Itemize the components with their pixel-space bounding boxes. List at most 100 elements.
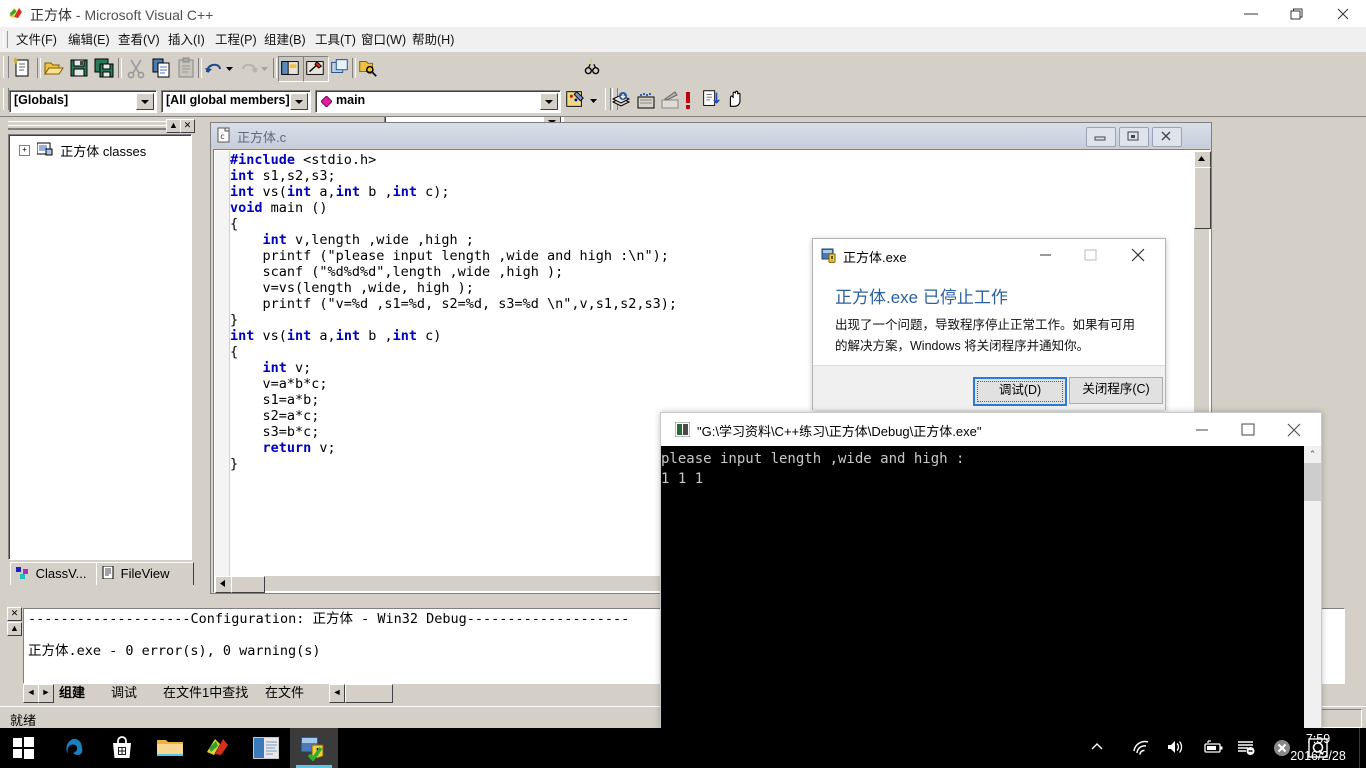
output-window-icon[interactable] — [303, 56, 329, 82]
execute-program-icon[interactable] — [682, 88, 694, 112]
crash-maximize-button[interactable] — [1068, 239, 1113, 270]
globals-combo-arrow[interactable] — [136, 93, 154, 110]
tab-classview[interactable]: ClassV... — [10, 562, 106, 585]
main-title-bar: 正方体 - Microsoft Visual C++ — [0, 0, 1366, 28]
editor-minimize-button[interactable] — [1086, 127, 1116, 147]
classview-tree[interactable]: + 正方体 classes — [8, 134, 192, 560]
window-minimize-button[interactable] — [1228, 0, 1274, 27]
output-tab-debug[interactable]: 调试 — [111, 684, 137, 701]
insert-breakpoint-icon[interactable] — [724, 88, 748, 112]
classview-minimize-button[interactable]: ▲ — [166, 119, 181, 133]
console-maximize-button[interactable] — [1225, 413, 1271, 446]
menu-window[interactable]: 窗口(W) — [355, 31, 412, 49]
svg-text:c: c — [220, 132, 225, 141]
crash-close-button[interactable] — [1116, 239, 1161, 270]
symbol-combo-arrow[interactable] — [540, 93, 558, 110]
classwizard-icon[interactable] — [564, 88, 588, 112]
editor-gutter[interactable] — [215, 151, 230, 591]
taskbar-edge[interactable] — [50, 728, 98, 768]
show-hidden-icons-icon[interactable] — [1088, 738, 1108, 758]
output-close-button[interactable]: ✕ — [7, 607, 22, 621]
console-minimize-button[interactable] — [1179, 413, 1225, 446]
menu-build[interactable]: 组建(B) — [258, 31, 312, 49]
members-combo-arrow[interactable] — [290, 93, 308, 110]
compile-icon[interactable] — [610, 88, 634, 112]
action-center-icon[interactable] — [1236, 738, 1256, 758]
editor-close-button[interactable] — [1152, 127, 1182, 147]
classview-root-node[interactable]: + 正方体 classes — [19, 141, 146, 159]
menu-view[interactable]: 查看(V) — [112, 31, 166, 49]
console-scroll-thumb[interactable] — [1304, 463, 1321, 501]
start-button[interactable] — [0, 728, 48, 768]
code-line-2: int s1,s2,s3; — [230, 168, 336, 184]
paste-icon[interactable] — [174, 56, 198, 80]
stop-build-icon[interactable] — [658, 88, 682, 112]
new-text-file-icon[interactable] — [10, 56, 34, 80]
symbol-combo[interactable]: main — [315, 90, 561, 113]
members-combo[interactable]: [All global members] — [161, 90, 311, 113]
save-all-icon[interactable] — [92, 56, 116, 80]
editor-scroll-left-button[interactable] — [215, 576, 232, 593]
output-tab-find1[interactable]: 在文件1中查找 — [163, 684, 248, 701]
menu-edit[interactable]: 编辑(E) — [62, 31, 116, 49]
toolbar-grip-1[interactable] — [3, 56, 9, 78]
classwizard-dropdown-icon[interactable] — [587, 88, 600, 112]
copy-icon[interactable] — [149, 56, 173, 80]
output-hscroll-thumb[interactable] — [345, 684, 393, 703]
console-vertical-scrollbar[interactable]: ⌃ — [1304, 446, 1321, 729]
window-list-icon[interactable] — [328, 56, 352, 80]
editor-hscroll-thumb[interactable] — [231, 576, 265, 593]
classview-grip-bar[interactable]: ▲ ✕ — [6, 118, 195, 133]
console-client-area[interactable]: please input length ,wide and high : 1 1… — [661, 446, 1321, 729]
taskbar-store[interactable] — [98, 728, 146, 768]
globals-combo[interactable]: [Globals] — [9, 90, 157, 113]
build-icon[interactable] — [634, 88, 658, 112]
output-tab-find2[interactable]: 在文件 — [265, 684, 304, 701]
classview-root-label: 正方体 classes — [60, 144, 147, 159]
editor-scroll-thumb[interactable] — [1194, 167, 1211, 229]
open-folder-icon[interactable] — [42, 56, 66, 80]
cut-icon[interactable] — [124, 56, 148, 80]
debug-button[interactable]: 调试(D) — [973, 377, 1067, 406]
editor-restore-button[interactable] — [1119, 127, 1149, 147]
taskbar-explorer[interactable] — [146, 728, 194, 768]
crash-minimize-button[interactable] — [1023, 239, 1068, 270]
workspace-icon[interactable] — [278, 56, 304, 82]
page-title: 正方体 - Microsoft Visual C++ — [30, 5, 213, 25]
battery-icon[interactable] — [1202, 738, 1223, 758]
window-close-button[interactable] — [1320, 0, 1366, 27]
binoculars-icon[interactable]: ? — [581, 56, 605, 80]
output-scroll-right-button[interactable]: ◄ — [329, 684, 345, 703]
taskbar-crash-app[interactable] — [290, 728, 338, 768]
window-restore-button[interactable] — [1274, 0, 1320, 27]
output-scroll-up-button[interactable]: ▲ — [7, 622, 22, 636]
taskbar-visual-cpp[interactable] — [194, 728, 242, 768]
console-close-button[interactable] — [1271, 413, 1317, 446]
volume-icon[interactable] — [1166, 738, 1186, 758]
tree-expander-icon[interactable]: + — [19, 145, 30, 156]
go-icon[interactable] — [700, 88, 724, 112]
taskbar-console[interactable] — [242, 728, 290, 768]
clock[interactable]: 7:59 2016/2/28 — [1276, 731, 1360, 765]
output-tab-next-button[interactable]: ► — [38, 684, 54, 703]
redo-dropdown-icon[interactable] — [258, 56, 271, 80]
menu-help[interactable]: 帮助(H) — [406, 31, 460, 49]
redo-icon[interactable] — [238, 56, 258, 80]
editor-scroll-up-button[interactable] — [1194, 151, 1211, 168]
output-tab-build[interactable]: 组建 — [59, 684, 85, 701]
tab-fileview[interactable]: FileView — [96, 562, 194, 585]
show-desktop-button[interactable] — [1359, 728, 1366, 768]
undo-icon[interactable] — [203, 56, 223, 80]
save-icon[interactable] — [67, 56, 91, 80]
menu-insert[interactable]: 插入(I) — [162, 31, 211, 49]
close-program-button[interactable]: 关闭程序(C) — [1069, 377, 1163, 404]
menu-project[interactable]: 工程(P) — [209, 31, 263, 49]
find-in-files-icon[interactable] — [357, 56, 381, 80]
output-tab-prev-button[interactable]: ◄ — [23, 684, 39, 703]
undo-dropdown-icon[interactable] — [223, 56, 236, 80]
classview-close-button[interactable]: ✕ — [180, 119, 195, 133]
menubar-grip[interactable] — [3, 31, 8, 48]
console-scroll-up-button[interactable]: ⌃ — [1304, 446, 1321, 463]
wifi-icon[interactable] — [1131, 738, 1151, 758]
menu-file[interactable]: 文件(F) — [10, 31, 63, 49]
